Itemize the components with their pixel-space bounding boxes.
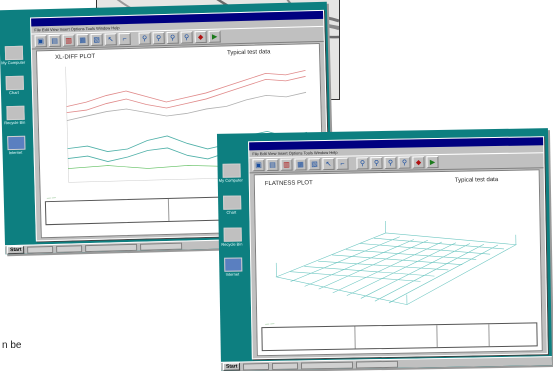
save-icon[interactable]: ▥ xyxy=(63,34,75,46)
taskbar-item[interactable] xyxy=(27,245,53,253)
zoom-icon[interactable]: ⚲ xyxy=(356,157,368,169)
taskbar-item[interactable] xyxy=(272,362,298,369)
bracket-icon[interactable]: ⌐ xyxy=(119,33,131,45)
zoom-in-icon[interactable]: ⚲ xyxy=(152,32,164,44)
my-computer-icon[interactable]: My Computer xyxy=(5,46,23,65)
zoom-out-icon[interactable]: ⚲ xyxy=(384,157,396,169)
open-icon[interactable]: ▤ xyxy=(266,159,278,171)
zoom-fit-icon[interactable]: ⚲ xyxy=(398,157,410,169)
plot-subtitle: Typical test data xyxy=(455,177,498,184)
plot-legend: — — xyxy=(47,195,56,200)
recycle-bin-icon[interactable]: Recycle Bin xyxy=(224,227,242,246)
open-icon[interactable]: ▤ xyxy=(49,35,61,47)
print-icon[interactable]: ▧ xyxy=(308,158,320,170)
print-icon[interactable]: ▧ xyxy=(91,34,103,46)
zoom-out-icon[interactable]: ⚲ xyxy=(166,32,178,44)
export-icon[interactable]: ▶ xyxy=(208,31,220,43)
new-icon[interactable]: ▣ xyxy=(252,159,264,171)
taskbar-item[interactable] xyxy=(85,243,137,251)
plot-canvas: FLATNESS PLOT Typical test data xyxy=(254,169,543,356)
flatness-surface-plot xyxy=(265,211,527,316)
plot-subtitle: Typical test data xyxy=(227,49,271,56)
start-button[interactable]: Start xyxy=(223,363,241,371)
export-icon[interactable]: ▶ xyxy=(426,156,438,168)
plot-info-table xyxy=(261,322,537,351)
plot-title: XL-DIFF PLOT xyxy=(55,54,95,61)
start-button[interactable]: Start xyxy=(7,246,25,254)
new-icon[interactable]: ▣ xyxy=(35,35,47,47)
chart-app-icon[interactable]: Chart xyxy=(223,195,241,214)
taskbar-item[interactable] xyxy=(140,242,182,250)
zoom-icon[interactable]: ⚲ xyxy=(138,32,150,44)
desktop-icons: My Computer Chart Recycle Bin Internet xyxy=(217,133,251,370)
chart-icon[interactable]: ▦ xyxy=(77,34,89,46)
pointer-icon[interactable]: ↖ xyxy=(105,33,117,45)
taskbar-item[interactable] xyxy=(56,245,82,253)
recycle-bin-icon[interactable]: Recycle Bin xyxy=(6,106,24,125)
side-caption-fragment: n be xyxy=(2,340,21,351)
desktop-screenshot-2: My Computer Chart Recycle Bin Internet F… xyxy=(217,128,552,371)
chart-icon[interactable]: ▦ xyxy=(294,158,306,170)
taskbar-item[interactable] xyxy=(301,361,353,369)
plot-legend: — — xyxy=(265,321,274,326)
my-computer-icon[interactable]: My Computer xyxy=(222,164,240,183)
internet-icon[interactable]: Internet xyxy=(224,257,242,276)
internet-icon[interactable]: Internet xyxy=(7,136,25,155)
bracket-icon[interactable]: ⌐ xyxy=(336,158,348,170)
zoom-fit-icon[interactable]: ⚲ xyxy=(180,31,192,43)
color-icon[interactable]: ◆ xyxy=(412,156,424,168)
pointer-icon[interactable]: ↖ xyxy=(322,158,334,170)
zoom-in-icon[interactable]: ⚲ xyxy=(370,157,382,169)
taskbar-item[interactable] xyxy=(356,360,398,368)
save-icon[interactable]: ▥ xyxy=(280,159,292,171)
plot-title: FLATNESS PLOT xyxy=(265,180,313,187)
application-window: File Edit View Insert Options Tools Wind… xyxy=(248,136,548,359)
chart-app-icon[interactable]: Chart xyxy=(6,76,24,95)
color-icon[interactable]: ◆ xyxy=(194,31,206,43)
